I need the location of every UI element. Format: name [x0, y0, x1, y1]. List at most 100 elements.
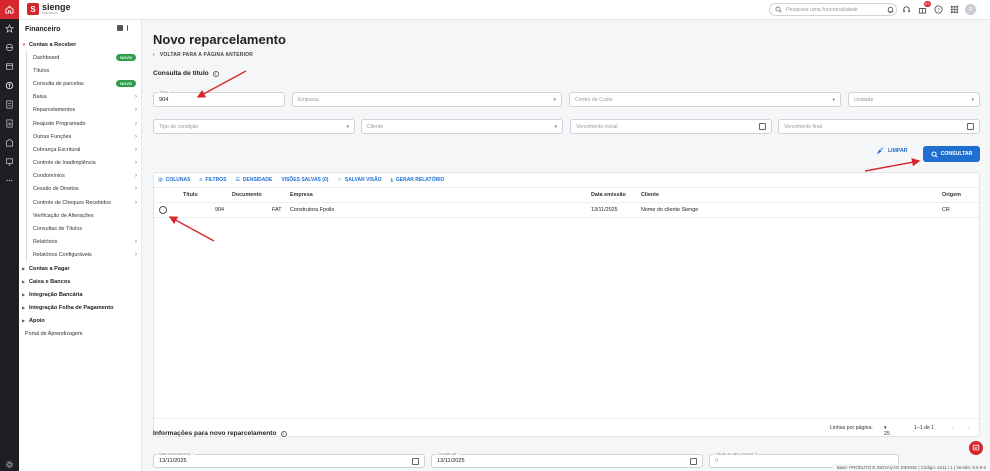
globe-icon[interactable] — [0, 38, 19, 57]
consultar-button[interactable]: CONSULTAR — [923, 146, 980, 162]
colunas-button[interactable]: ▥ COLUNAS — [158, 177, 190, 183]
sidebar-section-3[interactable]: ▶ Integração Folha de Pagamento — [19, 301, 141, 314]
sidebar-item-0[interactable]: Dashboard NOVO — [27, 51, 141, 64]
sidebar-item-10[interactable]: Cessão de Direitos › — [27, 183, 141, 196]
chevron-right-icon: › — [135, 252, 137, 259]
sidebar-collapse-icon[interactable] — [127, 25, 133, 31]
header-empresa[interactable]: Empresa — [290, 192, 313, 198]
sidebar-section-1[interactable]: ▶ Caixa e Bancos — [19, 275, 141, 288]
sidebar-item-1[interactable]: Títulos — [27, 64, 141, 77]
gerar-relatorio-button[interactable]: ⤓ GERAR RELATÓRIO — [391, 177, 445, 183]
sidebar-item-8[interactable]: Controle de Inadimplência › — [27, 157, 141, 170]
densidade-label: DENSIDADE — [242, 177, 273, 183]
calendar-icon[interactable] — [759, 123, 766, 130]
sidebar-section-2[interactable]: ▶ Integração Bancária — [19, 288, 141, 301]
results-grid: ▥ COLUNAS ≡ FILTROS ☰ DENSIDADE VISÕES SALV… — [153, 172, 980, 437]
calendar-icon[interactable] — [967, 123, 974, 130]
headset-icon[interactable] — [901, 5, 911, 15]
sidebar-item-5[interactable]: Reajuste Programado › — [27, 117, 141, 130]
sidebar-item-11[interactable]: Controle de Cheques Recebidos › — [27, 196, 141, 209]
vencimento-inicial-field[interactable]: Vencimento inicial — [570, 119, 772, 134]
top-bar: S sienge SOFTPLAN Pesquise uma funcional… — [19, 0, 990, 20]
titulo-field[interactable]: Título 904 — [153, 90, 285, 107]
filter-icon: ≡ — [199, 177, 203, 183]
sidebar-item-label: Consulta de parcelas — [33, 80, 84, 87]
header-titulo[interactable]: Título — [183, 192, 198, 198]
monitor-icon[interactable] — [0, 152, 19, 171]
more-icon[interactable] — [0, 171, 19, 190]
sidebar-section-contas-receber[interactable]: ▼ Contas a Receber — [19, 38, 141, 51]
cell-empresa: Construtora Fpolis — [290, 207, 335, 213]
download-icon: ⤓ — [390, 177, 393, 183]
document-icon[interactable] — [0, 95, 19, 114]
unidade-select[interactable]: Unidade ▾ — [848, 92, 980, 107]
gift-icon[interactable]: 33 — [917, 0, 931, 15]
sidebar-item-3[interactable]: Baixa › — [27, 91, 141, 104]
sidebar-item-13[interactable]: Consultas de Títulos — [27, 222, 141, 235]
sidebar-title-text: Financeiro — [25, 25, 61, 33]
header-documento[interactable]: Documento — [232, 192, 262, 198]
apps-grid-icon[interactable] — [949, 5, 959, 15]
densidade-button[interactable]: ☰ DENSIDADE — [235, 177, 272, 183]
visoes-salvas-button[interactable]: VISÕES SALVAS (0) — [281, 177, 328, 183]
sidebar-item-label: Controle de Inadimplência — [33, 160, 96, 167]
next-page-icon[interactable]: › — [968, 425, 970, 431]
prev-page-icon[interactable]: ‹ — [952, 425, 954, 431]
help-icon[interactable]: ? — [933, 5, 943, 15]
sidebar-item-label: Consultas de Títulos — [33, 226, 83, 233]
rows-per-page-select[interactable]: 25 ▾ — [884, 425, 890, 437]
sidebar-item-9[interactable]: Condomínios › — [27, 170, 141, 183]
sienge-logo[interactable]: S sienge SOFTPLAN — [27, 3, 71, 15]
consulta-title-text: Consulta de título — [153, 70, 209, 77]
row-select-radio[interactable] — [159, 206, 167, 214]
star-icon[interactable] — [0, 19, 19, 38]
box-icon[interactable] — [0, 57, 19, 76]
sidebar-pin-icon[interactable] — [117, 25, 123, 31]
sidebar-item-12[interactable]: Verificação de Alterações — [27, 209, 141, 222]
header-origem[interactable]: Origem — [942, 192, 961, 198]
sidebar-item-7[interactable]: Cobrança Escritural › — [27, 143, 141, 156]
sidebar-item-14[interactable]: Relatórios › — [27, 236, 141, 249]
vencimento-final-field[interactable]: Vencimento final — [778, 119, 980, 134]
sidebar-section-label: Contas a Pagar — [29, 265, 70, 272]
sidebar-item-portal[interactable]: Portal de Aprendizagem — [19, 327, 141, 340]
salvar-visao-button[interactable]: ☆ SALVAR VISÃO — [337, 177, 381, 183]
data-reparcelamento-field[interactable]: Data reparcelamento * 13/11/2025 — [153, 452, 425, 468]
home-icon[interactable] — [0, 0, 19, 19]
centro-custo-select[interactable]: Centro de Custo ▾ — [569, 92, 841, 107]
correcao-ate-field[interactable]: Correção até * 13/11/2025 — [431, 452, 703, 468]
back-link[interactable]: ‹ VOLTAR PARA A PÁGINA ANTERIOR — [153, 52, 253, 58]
sidebar-item-label: Relatórios Configuráveis — [33, 252, 92, 259]
calendar-icon[interactable] — [690, 458, 697, 465]
sidebar-section-0[interactable]: ▶ Contas a Pagar — [19, 262, 141, 275]
sidebar-item-4[interactable]: Reparcelamentos › — [27, 104, 141, 117]
info-icon[interactable]: i — [280, 430, 287, 437]
bell-icon[interactable] — [885, 5, 895, 15]
header-cliente[interactable]: Cliente — [641, 192, 659, 198]
avatar[interactable]: R — [965, 4, 976, 15]
report-icon[interactable] — [0, 114, 19, 133]
table-header: Título Documento Empresa Data emissão Cl… — [154, 188, 979, 203]
building-icon[interactable] — [0, 133, 19, 152]
sidebar-item-6[interactable]: Outras Funções › — [27, 130, 141, 143]
page-title: Novo reparcelamento — [153, 32, 286, 47]
broom-icon — [877, 147, 884, 154]
sidebar-item-2[interactable]: Consulta de parcelas NOVO — [27, 77, 141, 90]
table-row[interactable]: 904 FAT Construtora Fpolis 13/11/2025 No… — [154, 203, 979, 218]
settings-icon[interactable] — [0, 455, 19, 471]
empresa-select[interactable]: Empresa ▾ — [292, 92, 562, 107]
data-reparcelamento-label: Data reparcelamento * — [158, 452, 194, 456]
sidebar-item-15[interactable]: Relatórios Configuráveis › — [27, 249, 141, 262]
sidebar-section-4[interactable]: ▶ Apoio — [19, 314, 141, 327]
filtros-button[interactable]: ≡ FILTROS — [199, 177, 226, 183]
limpar-button[interactable]: LIMPAR — [877, 147, 908, 154]
titulo-field-value: 904 — [159, 96, 169, 103]
header-data-emissao[interactable]: Data emissão — [591, 192, 626, 198]
info-icon[interactable]: i — [212, 70, 219, 77]
search-input[interactable]: Pesquise uma funcionalidade — [769, 3, 897, 16]
chat-fab-button[interactable] — [969, 441, 983, 455]
finance-icon[interactable] — [0, 76, 19, 95]
tipo-condicao-select[interactable]: Tipo de condição ▾ — [153, 119, 355, 134]
cliente-select[interactable]: Cliente ▾ — [361, 119, 563, 134]
calendar-icon[interactable] — [412, 458, 419, 465]
